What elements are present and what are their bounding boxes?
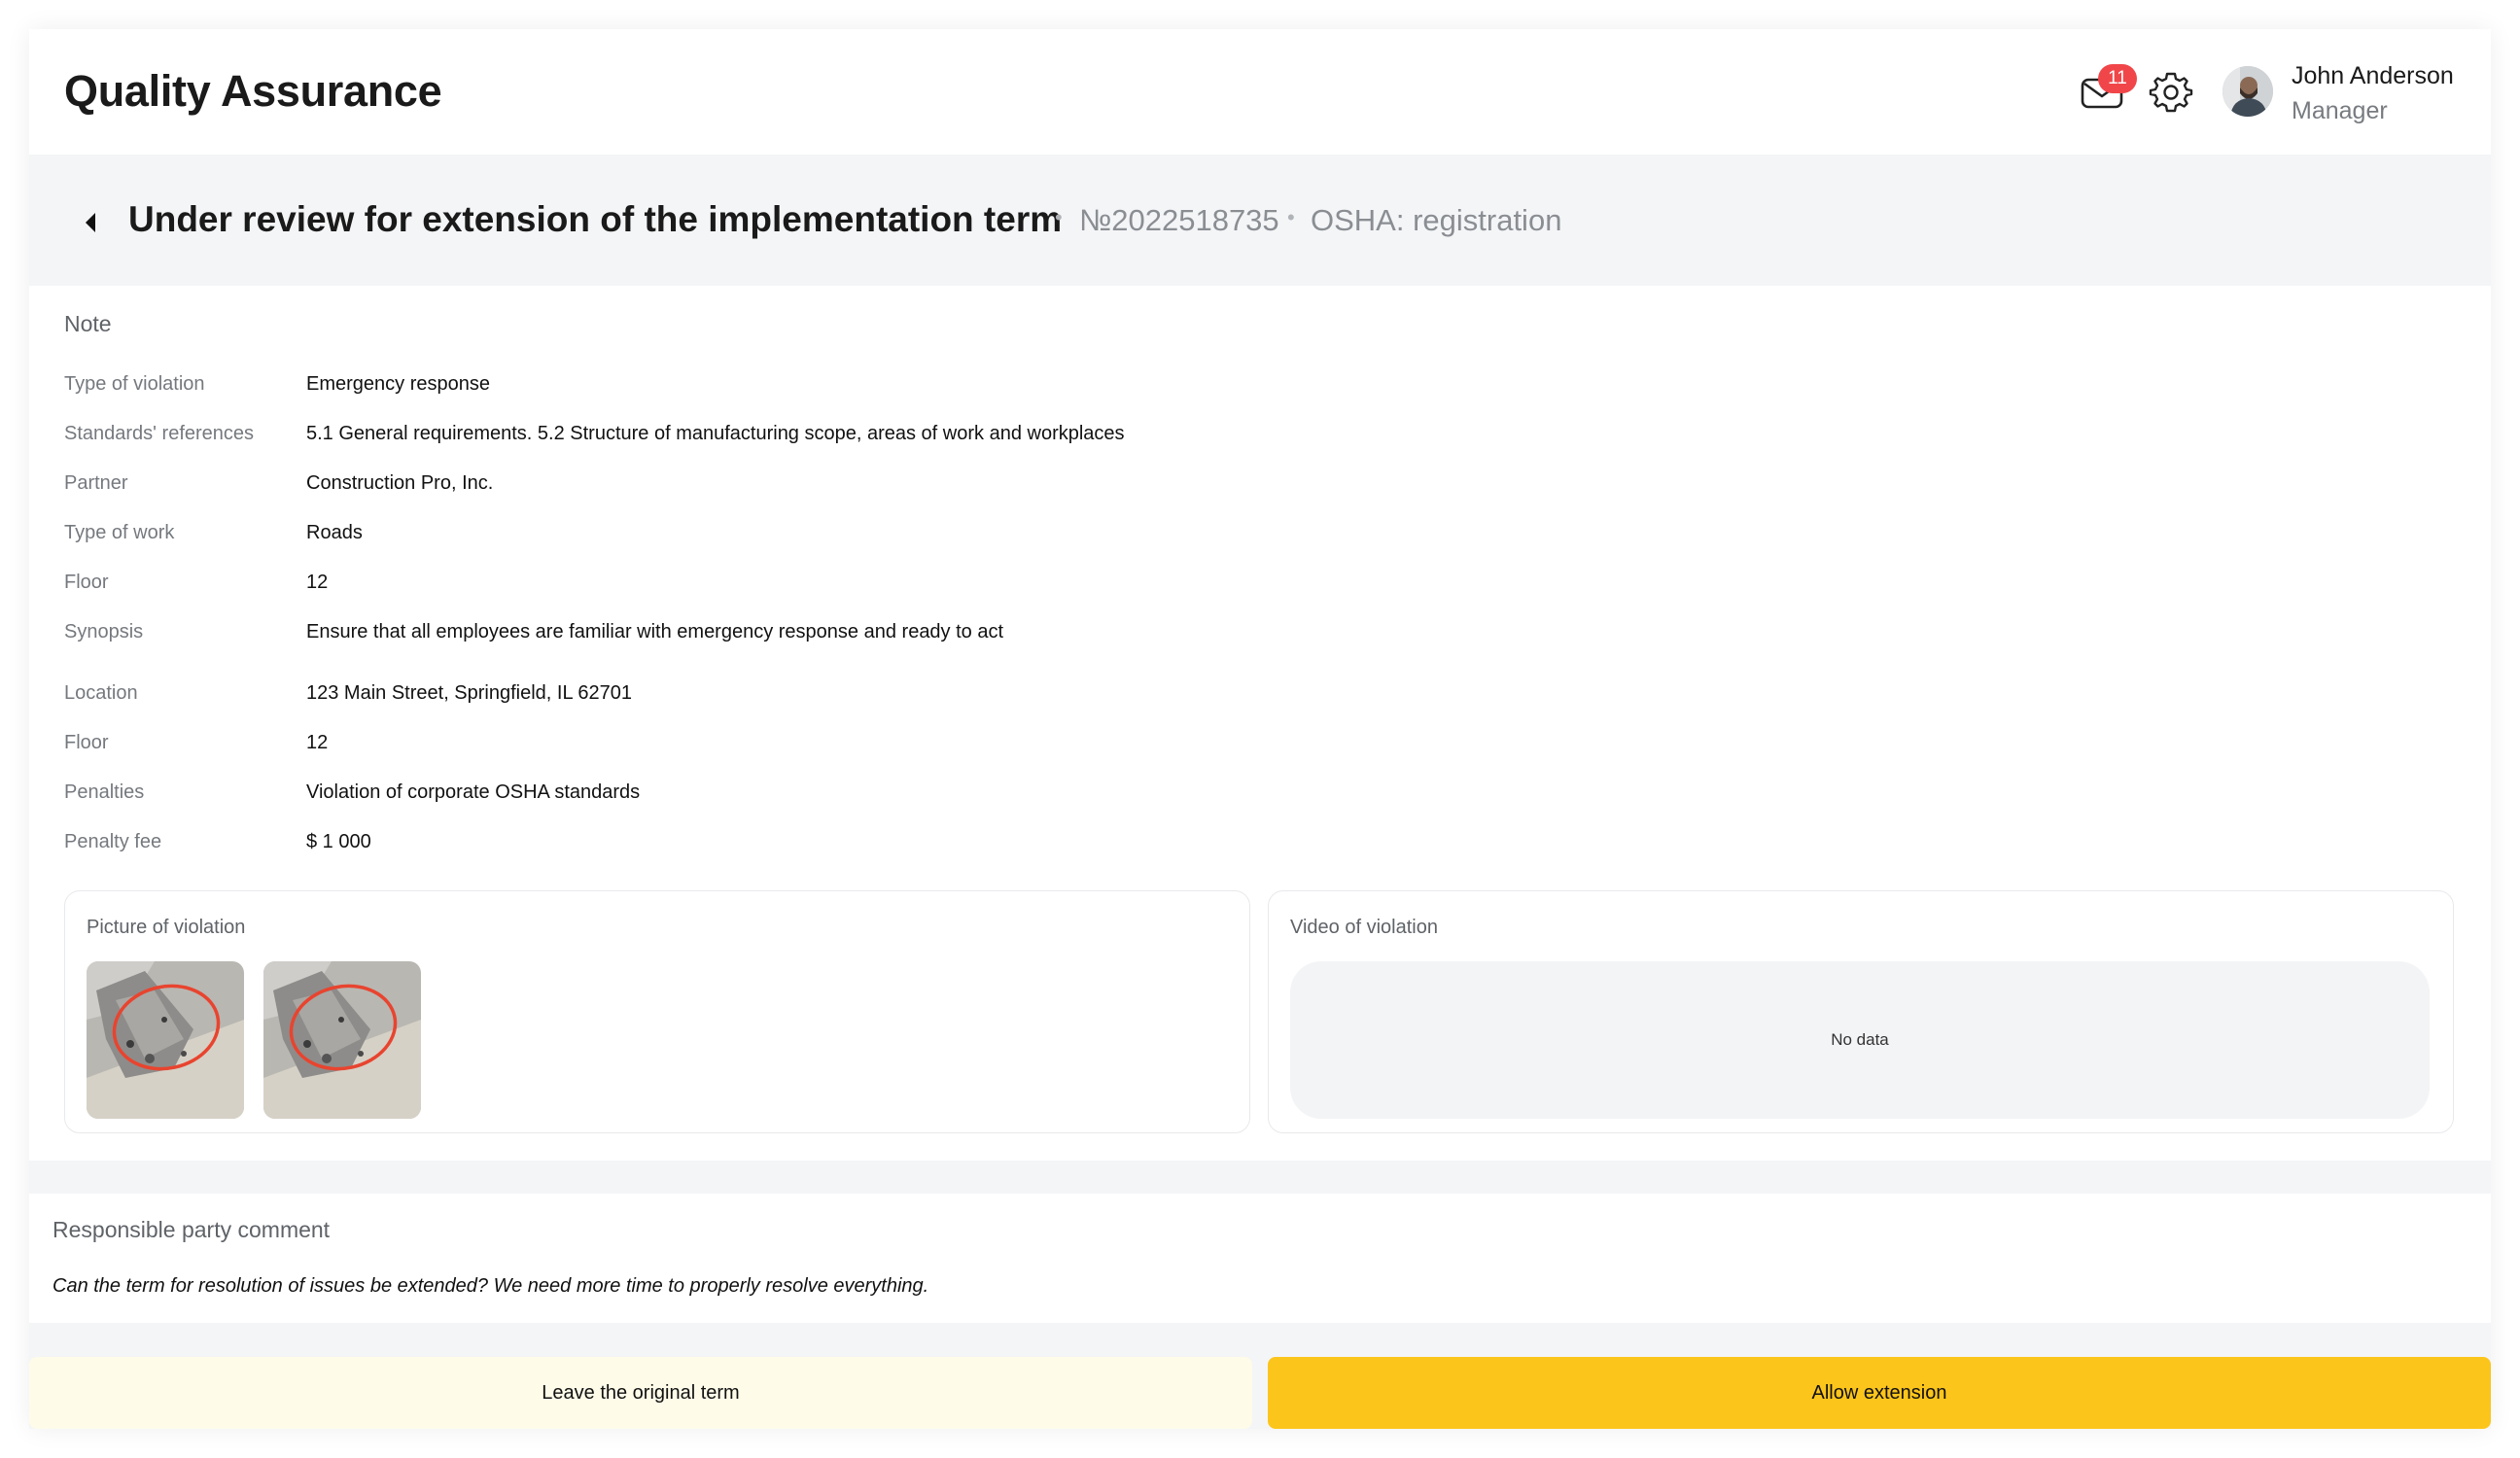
detail-value: $ 1 000 [306,831,371,852]
back-arrow-icon[interactable] [72,203,111,242]
violation-photo-thumbnail[interactable] [87,961,244,1119]
detail-row: Standards' references 5.1 General requir… [64,423,2456,452]
detail-value: Ensure that all employees are familiar w… [306,621,1004,642]
detail-label: Type of violation [64,373,205,395]
user-role: Manager [2292,97,2388,124]
gear-icon[interactable] [2147,68,2195,117]
detail-label: Standards' references [64,423,255,444]
video-title: Video of violation [1290,917,1438,938]
detail-row: Type of work Roads [64,522,2456,551]
detail-row: Type of violation Emergency response [64,373,2456,402]
detail-label: Location [64,682,138,704]
detail-row: Penalty fee $ 1 000 [64,831,2456,860]
app-title: Quality Assurance [64,66,442,116]
picture-title: Picture of violation [87,917,246,938]
detail-value: Construction Pro, Inc. [306,472,494,494]
video-card: Video of violation No data [1268,890,2454,1133]
detail-value: 12 [306,572,329,593]
video-placeholder: No data [1290,961,2430,1119]
separator-dot: • [1055,205,1063,229]
detail-label: Penalty fee [64,831,162,852]
detail-row: Floor 12 [64,732,2456,761]
detail-value: Roads [306,522,363,543]
page-title: Under review for extension of the implem… [128,199,1063,239]
detail-row: Partner Construction Pro, Inc. [64,472,2456,502]
detail-label: Synopsis [64,621,144,642]
detail-value: Violation of corporate OSHA standards [306,781,641,803]
leave-original-term-button[interactable]: Leave the original term [29,1357,1252,1429]
user-name: John Anderson [2292,62,2454,89]
note-card: Note Type of violation Emergency respons… [29,286,2491,1161]
detail-value: 5.1 General requirements. 5.2 Structure … [306,423,1125,444]
comment-text: Can the term for resolution of issues be… [52,1275,929,1297]
page-header: Under review for extension of the implem… [29,155,2491,286]
detail-row: Synopsis Ensure that all employees are f… [64,621,2456,650]
detail-label: Type of work [64,522,175,543]
picture-card: Picture of violation [64,890,1250,1133]
allow-extension-button[interactable]: Allow extension [1268,1357,2491,1429]
separator-dot: • [1287,205,1295,229]
violation-photo-thumbnail[interactable] [263,961,421,1119]
detail-label: Floor [64,572,109,593]
case-category: OSHA: registration [1311,203,1562,237]
comment-card: Responsible party comment Can the term f… [29,1194,2491,1323]
detail-row: Location 123 Main Street, Springfield, I… [64,682,2456,712]
no-data-text: No data [1831,1030,1889,1049]
detail-label: Partner [64,472,128,494]
comment-title: Responsible party comment [52,1217,331,1242]
detail-label: Penalties [64,781,145,803]
avatar[interactable] [2222,66,2273,117]
app-window: Quality Assurance 11 John Anderson Manag… [29,29,2491,1429]
top-header: Quality Assurance 11 John Anderson Manag… [29,29,2491,155]
detail-row: Penalties Violation of corporate OSHA st… [64,781,2456,811]
detail-row: Floor 12 [64,572,2456,601]
detail-value: 12 [306,732,329,753]
detail-value: 123 Main Street, Springfield, IL 62701 [306,682,633,704]
notification-badge: 11 [2098,64,2137,93]
detail-value: Emergency response [306,373,490,395]
detail-label: Floor [64,732,109,753]
note-title: Note [64,311,112,336]
case-number: №2022518735 [1079,203,1279,237]
